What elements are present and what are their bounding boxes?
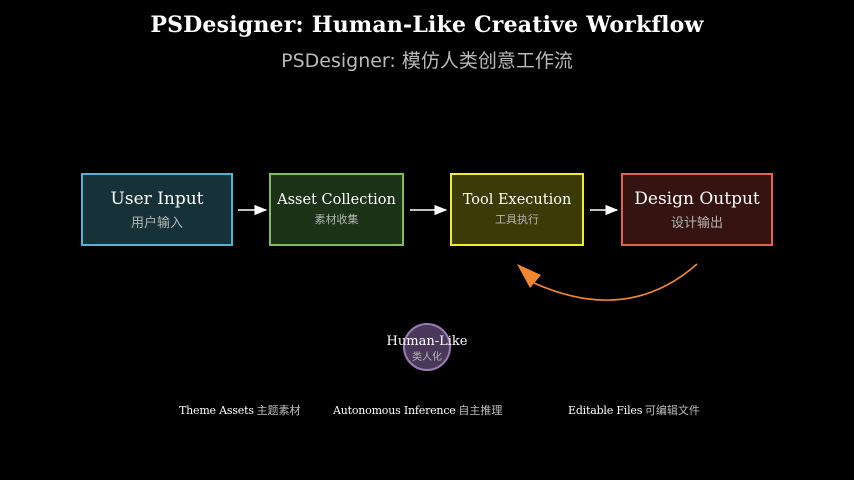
feature-editable-files: Editable Files 可编辑文件 <box>568 402 700 418</box>
feature-theme-assets: Theme Assets 主题素材 <box>179 402 301 418</box>
feature-autonomous-inference: Autonomous Inference 自主推理 <box>333 402 502 418</box>
node-tool-execution-label: Tool Execution <box>462 192 572 208</box>
node-tool-execution-sublabel: 工具执行 <box>495 213 539 226</box>
feature-autonomous-inference-sublabel: 自主推理 <box>458 404 503 417</box>
human-like-sublabel: 类人化 <box>412 352 442 363</box>
node-user-input-label: User Input <box>110 188 204 209</box>
node-asset-collection-sublabel: 素材收集 <box>314 213 359 226</box>
feature-theme-assets-sublabel: 主题素材 <box>256 404 301 417</box>
node-design-output: Design Output 设计输出 <box>621 173 773 246</box>
feedback-arc <box>533 263 698 301</box>
node-user-input-sublabel: 用户输入 <box>130 215 183 231</box>
feature-theme-assets-label: Theme Assets <box>179 404 254 417</box>
human-like-label: Human-Like <box>386 334 468 349</box>
node-tool-execution: Tool Execution 工具执行 <box>450 173 584 246</box>
node-design-output-sublabel: 设计输出 <box>670 215 723 231</box>
diagram-canvas: PSDesigner: Human-Like Creative Workflow… <box>0 0 854 480</box>
node-user-input: User Input 用户输入 <box>81 173 233 246</box>
feature-autonomous-inference-label: Autonomous Inference <box>333 404 456 417</box>
feature-editable-files-label: Editable Files <box>568 404 643 417</box>
node-asset-collection: Asset Collection 素材收集 <box>269 173 404 246</box>
feature-editable-files-sublabel: 可编辑文件 <box>644 404 700 417</box>
node-design-output-label: Design Output <box>634 188 760 209</box>
node-asset-collection-label: Asset Collection <box>277 192 396 208</box>
